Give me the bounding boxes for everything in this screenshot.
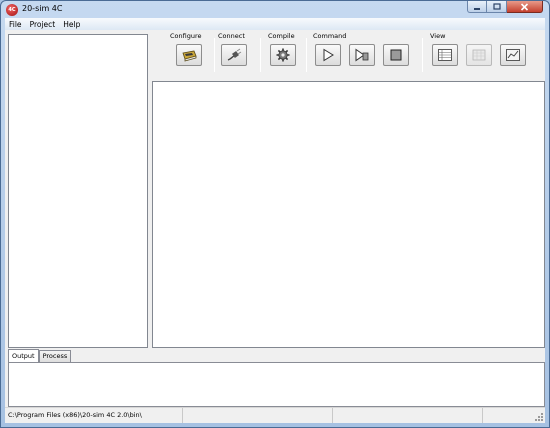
stop-icon: [390, 49, 402, 61]
output-pane[interactable]: [8, 362, 545, 407]
toolbar-group-label: Command: [313, 32, 347, 40]
window-title: 20-sim 4C: [22, 4, 63, 13]
grid-view-button[interactable]: [466, 44, 492, 66]
grid-view-icon: [472, 49, 486, 61]
status-bar: C:\Program Files (x86)\20-sim 4C 2.0\bin…: [5, 407, 545, 423]
menu-file[interactable]: File: [5, 20, 26, 29]
toolbar-group-label: Configure: [170, 32, 202, 40]
maximize-button[interactable]: [487, 1, 507, 13]
toolbar-group-compile: Compile: [262, 30, 302, 76]
connect-plug-icon: [227, 48, 242, 61]
toolbar-separator: [422, 38, 423, 72]
main-document-area[interactable]: [152, 81, 545, 348]
run-icon: [323, 48, 334, 62]
bottom-tabs: Output Process: [8, 349, 72, 362]
toolbar-group-command: Command: [309, 30, 419, 76]
stop-button[interactable]: [383, 44, 409, 66]
client-area: Configure Connect Compile Command View O…: [5, 30, 545, 407]
toolbar-separator: [214, 38, 215, 72]
minimize-icon: [474, 7, 480, 10]
variables-view-icon: [438, 49, 452, 61]
close-icon: [520, 2, 529, 11]
status-cell-2: [183, 408, 333, 423]
minimize-button[interactable]: [467, 1, 487, 13]
close-button[interactable]: [507, 1, 543, 13]
plot-view-button[interactable]: [500, 44, 526, 66]
toolbar-panel: Configure Connect Compile Command View: [152, 30, 545, 76]
toolbar-group-label: Compile: [268, 32, 295, 40]
maximize-icon: [492, 3, 501, 10]
run-button[interactable]: [315, 44, 341, 66]
variables-view-button[interactable]: [432, 44, 458, 66]
resize-grip-icon[interactable]: [534, 412, 544, 422]
menu-bar: File Project Help: [5, 18, 545, 30]
toolbar-group-configure: Configure: [170, 30, 210, 76]
step-button[interactable]: [349, 44, 375, 66]
compile-gear-icon: [276, 48, 290, 62]
caption-buttons: [467, 1, 543, 13]
status-path: C:\Program Files (x86)\20-sim 4C 2.0\bin…: [5, 408, 183, 423]
toolbar-separator: [306, 38, 307, 72]
menu-help[interactable]: Help: [59, 20, 84, 29]
configure-chip-icon: [182, 50, 197, 62]
project-tree-pane[interactable]: [8, 34, 148, 348]
app-window: 4C 20-sim 4C File Project Help Configure: [0, 0, 550, 428]
toolbar-group-label: View: [430, 32, 446, 40]
status-cell-3: [333, 408, 483, 423]
connect-button[interactable]: [221, 44, 247, 66]
configure-button[interactable]: [176, 44, 202, 66]
toolbar-separator: [260, 38, 261, 72]
toolbar-group-label: Connect: [218, 32, 245, 40]
tab-process[interactable]: Process: [38, 350, 72, 362]
title-bar[interactable]: 4C 20-sim 4C: [1, 1, 549, 18]
toolbar-group-connect: Connect: [216, 30, 256, 76]
plot-view-icon: [506, 49, 520, 61]
app-icon[interactable]: 4C: [6, 4, 18, 16]
toolbar-group-view: View: [426, 30, 536, 76]
step-icon: [355, 48, 369, 62]
menu-project[interactable]: Project: [26, 20, 60, 29]
tab-output[interactable]: Output: [8, 349, 39, 362]
compile-button[interactable]: [270, 44, 296, 66]
